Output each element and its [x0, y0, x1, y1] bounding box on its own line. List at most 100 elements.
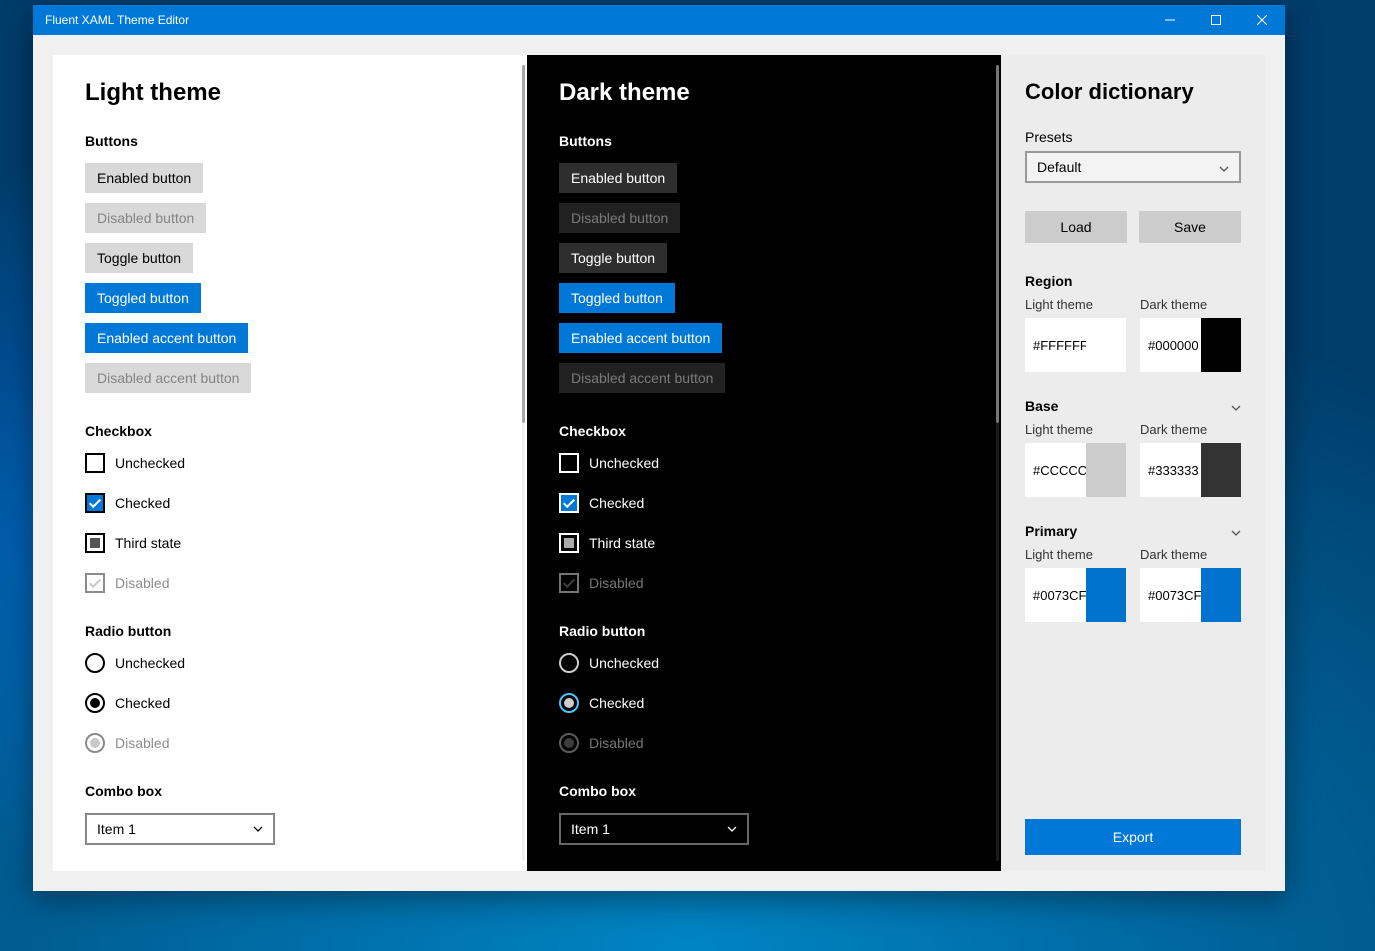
save-button[interactable]: Save [1139, 211, 1241, 243]
accent-enabled-button[interactable]: Enabled accent button [559, 323, 722, 353]
disabled-button: Disabled button [85, 203, 206, 233]
section-radio: Radio button [85, 623, 495, 639]
swatch-hex: #0073CF [1148, 588, 1201, 603]
combo-value: Item 1 [97, 821, 136, 837]
combo-box[interactable]: Item 1 [85, 813, 275, 845]
region-dark-label: Dark theme [1140, 297, 1241, 312]
enabled-button[interactable]: Enabled button [559, 163, 677, 193]
accent-disabled-button: Disabled accent button [85, 363, 251, 393]
radio-checked-icon [559, 693, 579, 713]
radio-unchecked[interactable]: Unchecked [85, 653, 495, 673]
load-button[interactable]: Load [1025, 211, 1127, 243]
region-light-swatch[interactable]: #FFFFFF [1025, 318, 1126, 372]
primary-group-label[interactable]: Primary [1025, 523, 1241, 539]
presets-label: Presets [1025, 129, 1241, 145]
swatch-color [1086, 318, 1126, 372]
checkbox-unchecked[interactable]: Unchecked [85, 453, 495, 473]
color-dictionary-panel: Color dictionary Presets Default Load Sa… [1001, 55, 1265, 871]
swatch-color [1086, 568, 1126, 622]
section-combo: Combo box [85, 783, 495, 799]
swatch-hex: #333333 [1148, 463, 1199, 478]
radio-icon [559, 733, 579, 753]
disabled-button: Disabled button [559, 203, 680, 233]
app-window: Fluent XAML Theme Editor Light theme But… [33, 5, 1285, 891]
light-theme-panel: Light theme Buttons Enabled button Disab… [53, 55, 527, 871]
checkbox-icon [85, 573, 105, 593]
base-dark-label: Dark theme [1140, 422, 1241, 437]
accent-enabled-button[interactable]: Enabled accent button [85, 323, 248, 353]
titlebar: Fluent XAML Theme Editor [33, 5, 1285, 35]
maximize-button[interactable] [1193, 5, 1239, 35]
base-light-swatch[interactable]: #CCCCCC [1025, 443, 1126, 497]
section-checkbox: Checkbox [559, 423, 969, 439]
swatch-hex: #0073CF [1033, 588, 1086, 603]
checkmark-icon [85, 493, 105, 513]
preset-select[interactable]: Default [1025, 151, 1241, 183]
light-theme-title: Light theme [85, 79, 495, 107]
section-combo: Combo box [559, 783, 969, 799]
region-dark-swatch[interactable]: #000000 [1140, 318, 1241, 372]
base-light-label: Light theme [1025, 422, 1126, 437]
checkbox-icon [559, 453, 579, 473]
section-buttons: Buttons [85, 133, 495, 149]
radio-checked-icon [85, 693, 105, 713]
chevron-down-icon [1219, 159, 1229, 175]
checkbox-checked[interactable]: Checked [85, 493, 495, 513]
checkbox-icon [85, 453, 105, 473]
radio-checked[interactable]: Checked [85, 693, 495, 713]
section-checkbox: Checkbox [85, 423, 495, 439]
checkbox-third-state[interactable]: Third state [85, 533, 495, 553]
base-group-label[interactable]: Base [1025, 398, 1241, 414]
accent-disabled-button: Disabled accent button [559, 363, 725, 393]
toggled-button[interactable]: Toggled button [559, 283, 675, 313]
radio-checked[interactable]: Checked [559, 693, 969, 713]
checkbox-disabled: Disabled [559, 573, 969, 593]
toggle-button[interactable]: Toggle button [85, 243, 193, 273]
minimize-button[interactable] [1147, 5, 1193, 35]
checkmark-icon [559, 493, 579, 513]
dark-theme-title: Dark theme [559, 79, 969, 107]
chevron-down-icon [727, 823, 737, 835]
section-radio: Radio button [559, 623, 969, 639]
content-area: Light theme Buttons Enabled button Disab… [33, 35, 1285, 891]
chevron-down-icon [1231, 398, 1241, 414]
swatch-color [1086, 443, 1126, 497]
radio-icon [85, 653, 105, 673]
dark-theme-panel: Dark theme Buttons Enabled button Disabl… [527, 55, 1001, 871]
swatch-color [1201, 318, 1241, 372]
app-title: Fluent XAML Theme Editor [45, 13, 189, 27]
primary-dark-label: Dark theme [1140, 547, 1241, 562]
primary-light-label: Light theme [1025, 547, 1126, 562]
enabled-button[interactable]: Enabled button [85, 163, 203, 193]
radio-icon [559, 653, 579, 673]
toggle-button[interactable]: Toggle button [559, 243, 667, 273]
scrollbar[interactable] [996, 65, 999, 861]
base-dark-swatch[interactable]: #333333 [1140, 443, 1241, 497]
radio-disabled: Disabled [85, 733, 495, 753]
chevron-down-icon [253, 823, 263, 835]
combo-value: Item 1 [571, 821, 610, 837]
primary-light-swatch[interactable]: #0073CF [1025, 568, 1126, 622]
indeterminate-icon [559, 533, 579, 553]
preset-value: Default [1037, 159, 1081, 175]
combo-box[interactable]: Item 1 [559, 813, 749, 845]
region-group-label: Region [1025, 273, 1241, 289]
radio-unchecked[interactable]: Unchecked [559, 653, 969, 673]
export-button[interactable]: Export [1025, 819, 1241, 855]
region-light-label: Light theme [1025, 297, 1126, 312]
swatch-color [1201, 568, 1241, 622]
scrollbar[interactable] [522, 65, 525, 861]
chevron-down-icon [1231, 523, 1241, 539]
close-button[interactable] [1239, 5, 1285, 35]
checkbox-third-state[interactable]: Third state [559, 533, 969, 553]
toggled-button[interactable]: Toggled button [85, 283, 201, 313]
checkbox-disabled: Disabled [85, 573, 495, 593]
indeterminate-icon [85, 533, 105, 553]
checkbox-unchecked[interactable]: Unchecked [559, 453, 969, 473]
section-buttons: Buttons [559, 133, 969, 149]
checkbox-checked[interactable]: Checked [559, 493, 969, 513]
radio-icon [85, 733, 105, 753]
primary-dark-swatch[interactable]: #0073CF [1140, 568, 1241, 622]
radio-disabled: Disabled [559, 733, 969, 753]
swatch-hex: #000000 [1148, 338, 1199, 353]
